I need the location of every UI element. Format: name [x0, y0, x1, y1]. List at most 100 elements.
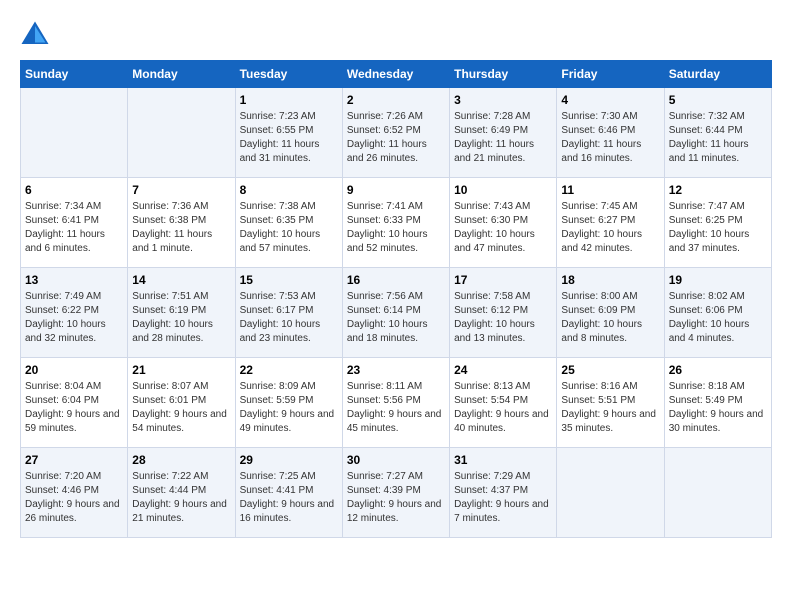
calendar-cell: 29 Sunrise: 7:25 AM Sunset: 4:41 PM Dayli… — [235, 448, 342, 538]
day-info: Sunrise: 8:00 AM Sunset: 6:09 PM Dayligh… — [561, 290, 659, 346]
calendar-cell: 28 Sunrise: 7:22 AM Sunset: 4:44 PM Dayli… — [128, 448, 235, 538]
calendar-cell: 20 Sunrise: 8:04 AM Sunset: 6:04 PM Dayli… — [21, 358, 128, 448]
day-number: 10 — [454, 183, 552, 197]
day-info: Sunrise: 8:07 AM Sunset: 6:01 PM Dayligh… — [132, 380, 230, 436]
day-info: Sunrise: 8:02 AM Sunset: 6:06 PM Dayligh… — [669, 290, 767, 346]
calendar-cell — [21, 88, 128, 178]
calendar-table: SundayMondayTuesdayWednesdayThursdayFrid… — [20, 60, 772, 538]
day-number: 19 — [669, 273, 767, 287]
calendar-cell — [664, 448, 771, 538]
day-info: Sunrise: 8:16 AM Sunset: 5:51 PM Dayligh… — [561, 380, 659, 436]
day-number: 23 — [347, 363, 445, 377]
calendar-cell — [128, 88, 235, 178]
week-row-4: 20 Sunrise: 8:04 AM Sunset: 6:04 PM Dayli… — [21, 358, 772, 448]
day-info: Sunrise: 8:18 AM Sunset: 5:49 PM Dayligh… — [669, 380, 767, 436]
day-info: Sunrise: 7:30 AM Sunset: 6:46 PM Dayligh… — [561, 110, 659, 166]
calendar-cell: 21 Sunrise: 8:07 AM Sunset: 6:01 PM Dayli… — [128, 358, 235, 448]
calendar-cell: 25 Sunrise: 8:16 AM Sunset: 5:51 PM Dayli… — [557, 358, 664, 448]
calendar-cell: 18Sunrise: 8:00 AM Sunset: 6:09 PM Dayli… — [557, 268, 664, 358]
calendar-cell: 22Sunrise: 8:09 AM Sunset: 5:59 PM Dayli… — [235, 358, 342, 448]
calendar-cell: 15Sunrise: 7:53 AM Sunset: 6:17 PM Dayli… — [235, 268, 342, 358]
day-number: 29 — [240, 453, 338, 467]
day-number: 27 — [25, 453, 123, 467]
day-number: 20 — [25, 363, 123, 377]
day-number: 24 — [454, 363, 552, 377]
week-row-3: 13Sunrise: 7:49 AM Sunset: 6:22 PM Dayli… — [21, 268, 772, 358]
day-info: Sunrise: 7:22 AM Sunset: 4:44 PM Dayligh… — [132, 470, 230, 526]
day-info: Sunrise: 7:23 AM Sunset: 6:55 PM Dayligh… — [240, 110, 338, 166]
day-header-monday: Monday — [128, 61, 235, 88]
calendar-cell: 16 Sunrise: 7:56 AM Sunset: 6:14 PM Dayli… — [342, 268, 449, 358]
day-info: Sunrise: 7:45 AM Sunset: 6:27 PM Dayligh… — [561, 200, 659, 256]
day-number: 28 — [132, 453, 230, 467]
day-info: Sunrise: 7:34 AM Sunset: 6:41 PM Dayligh… — [25, 200, 123, 256]
day-number: 13 — [25, 273, 123, 287]
day-info: Sunrise: 7:26 AM Sunset: 6:52 PM Dayligh… — [347, 110, 445, 166]
day-info: Sunrise: 7:28 AM Sunset: 6:49 PM Dayligh… — [454, 110, 552, 166]
day-number: 25 — [561, 363, 659, 377]
day-number: 4 — [561, 93, 659, 107]
calendar-cell: 27 Sunrise: 7:20 AM Sunset: 4:46 PM Dayli… — [21, 448, 128, 538]
day-info: Sunrise: 7:20 AM Sunset: 4:46 PM Dayligh… — [25, 470, 123, 526]
days-header-row: SundayMondayTuesdayWednesdayThursdayFrid… — [21, 61, 772, 88]
day-info: Sunrise: 7:38 AM Sunset: 6:35 PM Dayligh… — [240, 200, 338, 256]
day-info: Sunrise: 7:53 AM Sunset: 6:17 PM Dayligh… — [240, 290, 338, 346]
day-info: Sunrise: 7:36 AM Sunset: 6:38 PM Dayligh… — [132, 200, 230, 256]
calendar-cell: 1 Sunrise: 7:23 AM Sunset: 6:55 PM Daylig… — [235, 88, 342, 178]
day-number: 11 — [561, 183, 659, 197]
calendar-cell: 13Sunrise: 7:49 AM Sunset: 6:22 PM Dayli… — [21, 268, 128, 358]
week-row-2: 6 Sunrise: 7:34 AM Sunset: 6:41 PM Daylig… — [21, 178, 772, 268]
day-info: Sunrise: 7:32 AM Sunset: 6:44 PM Dayligh… — [669, 110, 767, 166]
calendar-cell: 12 Sunrise: 7:47 AM Sunset: 6:25 PM Dayli… — [664, 178, 771, 268]
calendar-cell: 3Sunrise: 7:28 AM Sunset: 6:49 PM Daylig… — [450, 88, 557, 178]
day-info: Sunrise: 7:25 AM Sunset: 4:41 PM Dayligh… — [240, 470, 338, 526]
week-row-1: 1 Sunrise: 7:23 AM Sunset: 6:55 PM Daylig… — [21, 88, 772, 178]
calendar-cell: 9 Sunrise: 7:41 AM Sunset: 6:33 PM Daylig… — [342, 178, 449, 268]
day-header-tuesday: Tuesday — [235, 61, 342, 88]
calendar-cell — [557, 448, 664, 538]
calendar-cell: 19 Sunrise: 8:02 AM Sunset: 6:06 PM Dayli… — [664, 268, 771, 358]
day-info: Sunrise: 7:58 AM Sunset: 6:12 PM Dayligh… — [454, 290, 552, 346]
calendar-cell: 5Sunrise: 7:32 AM Sunset: 6:44 PM Daylig… — [664, 88, 771, 178]
day-info: Sunrise: 7:43 AM Sunset: 6:30 PM Dayligh… — [454, 200, 552, 256]
day-number: 2 — [347, 93, 445, 107]
calendar-cell: 26Sunrise: 8:18 AM Sunset: 5:49 PM Dayli… — [664, 358, 771, 448]
calendar-cell: 17Sunrise: 7:58 AM Sunset: 6:12 PM Dayli… — [450, 268, 557, 358]
logo — [20, 20, 54, 50]
calendar-cell: 10 Sunrise: 7:43 AM Sunset: 6:30 PM Dayli… — [450, 178, 557, 268]
day-info: Sunrise: 7:51 AM Sunset: 6:19 PM Dayligh… — [132, 290, 230, 346]
day-header-friday: Friday — [557, 61, 664, 88]
page-header — [20, 20, 772, 50]
calendar-cell: 24 Sunrise: 8:13 AM Sunset: 5:54 PM Dayli… — [450, 358, 557, 448]
day-info: Sunrise: 7:47 AM Sunset: 6:25 PM Dayligh… — [669, 200, 767, 256]
day-number: 6 — [25, 183, 123, 197]
day-info: Sunrise: 7:27 AM Sunset: 4:39 PM Dayligh… — [347, 470, 445, 526]
calendar-cell: 30 Sunrise: 7:27 AM Sunset: 4:39 PM Dayli… — [342, 448, 449, 538]
day-number: 12 — [669, 183, 767, 197]
day-info: Sunrise: 8:04 AM Sunset: 6:04 PM Dayligh… — [25, 380, 123, 436]
calendar-cell: 23Sunrise: 8:11 AM Sunset: 5:56 PM Dayli… — [342, 358, 449, 448]
day-header-wednesday: Wednesday — [342, 61, 449, 88]
day-info: Sunrise: 7:41 AM Sunset: 6:33 PM Dayligh… — [347, 200, 445, 256]
calendar-cell: 14 Sunrise: 7:51 AM Sunset: 6:19 PM Dayli… — [128, 268, 235, 358]
calendar-cell: 2 Sunrise: 7:26 AM Sunset: 6:52 PM Daylig… — [342, 88, 449, 178]
day-number: 16 — [347, 273, 445, 287]
calendar-cell: 11 Sunrise: 7:45 AM Sunset: 6:27 PM Dayli… — [557, 178, 664, 268]
day-number: 9 — [347, 183, 445, 197]
day-header-saturday: Saturday — [664, 61, 771, 88]
day-number: 14 — [132, 273, 230, 287]
calendar-cell: 31 Sunrise: 7:29 AM Sunset: 4:37 PM Dayli… — [450, 448, 557, 538]
calendar-cell: 7 Sunrise: 7:36 AM Sunset: 6:38 PM Daylig… — [128, 178, 235, 268]
calendar-cell: 8Sunrise: 7:38 AM Sunset: 6:35 PM Daylig… — [235, 178, 342, 268]
week-row-5: 27 Sunrise: 7:20 AM Sunset: 4:46 PM Dayli… — [21, 448, 772, 538]
day-info: Sunrise: 7:29 AM Sunset: 4:37 PM Dayligh… — [454, 470, 552, 526]
logo-icon — [20, 20, 50, 50]
day-info: Sunrise: 8:13 AM Sunset: 5:54 PM Dayligh… — [454, 380, 552, 436]
day-number: 30 — [347, 453, 445, 467]
day-number: 31 — [454, 453, 552, 467]
day-info: Sunrise: 7:56 AM Sunset: 6:14 PM Dayligh… — [347, 290, 445, 346]
day-number: 1 — [240, 93, 338, 107]
calendar-cell: 6 Sunrise: 7:34 AM Sunset: 6:41 PM Daylig… — [21, 178, 128, 268]
day-number: 21 — [132, 363, 230, 377]
day-number: 7 — [132, 183, 230, 197]
